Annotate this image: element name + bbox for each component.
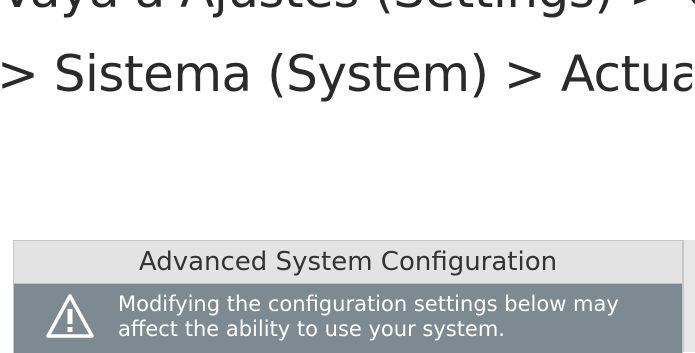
panel-title: Advanced System Configuration bbox=[14, 241, 682, 284]
instruction-line-2: > Sistema (System) > Actualiz bbox=[0, 45, 692, 103]
warning-line-1: Modifying the configuration settings bel… bbox=[118, 292, 619, 316]
warning-message: Modifying the configuration settings bel… bbox=[118, 292, 619, 342]
scrollbar[interactable] bbox=[683, 240, 695, 352]
warning-banner: Modifying the configuration settings bel… bbox=[14, 284, 682, 353]
instruction-line-1: Vaya a Ajustes (Settings) > Co bbox=[0, 0, 695, 20]
warning-line-2: affect the ability to use your system. bbox=[118, 317, 505, 341]
warning-triangle-icon bbox=[46, 294, 94, 338]
advanced-config-panel: Advanced System Configuration Modifying … bbox=[13, 240, 683, 353]
